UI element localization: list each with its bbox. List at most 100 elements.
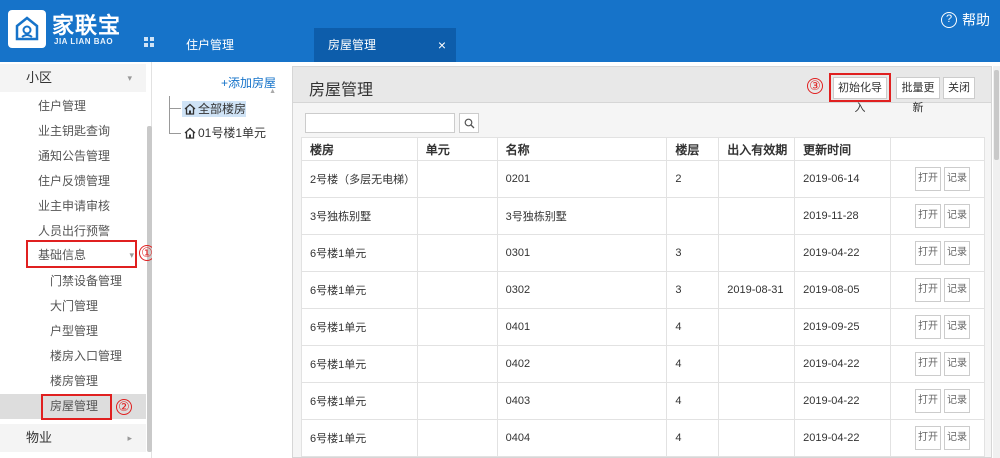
table-cell: 2019-04-22	[794, 419, 892, 457]
sidebar-item-notice-management[interactable]: 通知公告管理	[0, 144, 146, 169]
log-button[interactable]: 记录	[944, 204, 971, 228]
table-cell: 2019-04-22	[794, 382, 892, 420]
house-table: 楼房 单元 名称 楼层 出入有效期 更新时间 2号楼（多层无电梯） 0201 2 2019-06…	[301, 137, 985, 457]
help-button[interactable]: ? 帮助	[941, 10, 990, 30]
add-house-link[interactable]: +添加房屋	[221, 74, 276, 91]
column-header: 单元	[416, 137, 498, 161]
tab-resident-management[interactable]: 住户管理	[172, 28, 302, 62]
table-cell: 4	[666, 382, 720, 420]
table-cell	[718, 160, 796, 198]
table-cell: 2	[666, 160, 720, 198]
table-cell: 2019-06-14	[794, 160, 892, 198]
annotation-box-basic-info	[26, 240, 137, 268]
table-cell: 0201	[496, 160, 668, 198]
help-question-icon: ?	[941, 12, 957, 28]
search-button[interactable]	[459, 113, 479, 133]
table-cell: 4	[666, 308, 720, 346]
search-input[interactable]	[305, 113, 455, 133]
sidebar-group-property[interactable]: 物业 ▸	[0, 424, 146, 452]
table-cell	[416, 419, 498, 457]
sidebar-item-owner-application-review[interactable]: 业主申请审核	[0, 194, 146, 219]
search-icon	[464, 118, 475, 129]
tree-connector	[169, 133, 181, 134]
sidebar-item-feedback-management[interactable]: 住户反馈管理	[0, 169, 146, 194]
table-row[interactable]: 6号楼1单元 0404 4 2019-04-22 打开 记录	[301, 419, 985, 457]
open-button[interactable]: 打开	[915, 278, 942, 302]
table-cell: 3	[666, 234, 720, 272]
sidebar-item-building-management[interactable]: 楼房管理	[0, 369, 146, 394]
table-actions-cell: 打开 记录	[890, 382, 985, 420]
log-button[interactable]: 记录	[944, 167, 971, 191]
table-cell: 0302	[496, 271, 668, 309]
annotation-box-house-management	[41, 394, 112, 420]
log-button[interactable]: 记录	[944, 315, 971, 339]
batch-update-button[interactable]: 批量更新	[896, 77, 940, 114]
init-import-button[interactable]: 初始化导入	[833, 77, 887, 114]
table-cell: 3号独栋别墅	[301, 197, 418, 235]
table-cell: 0404	[496, 419, 668, 457]
log-button[interactable]: 记录	[944, 389, 971, 413]
table-row[interactable]: 6号楼1单元 0402 4 2019-04-22 打开 记录	[301, 345, 985, 383]
sidebar-item-label: 人员出行预警	[38, 224, 111, 238]
table-cell	[718, 234, 796, 272]
table-cell: 2019-11-28	[794, 197, 892, 235]
open-button[interactable]: 打开	[915, 315, 942, 339]
table-cell	[718, 382, 796, 420]
table-cell: 4	[666, 419, 720, 457]
home-icon	[184, 103, 196, 115]
table-actions-cell: 打开 记录	[890, 160, 985, 198]
app-subtitle: JIA LIAN BAO	[54, 37, 114, 46]
house-management-panel: 房屋管理 ③ 初始化导入 批量更新 关闭 楼房 单元 名称 楼层 出入有效期 更新时间 2…	[292, 66, 992, 458]
open-button[interactable]: 打开	[915, 241, 942, 265]
scrollbar-thumb[interactable]	[994, 70, 999, 160]
table-row[interactable]: 6号楼1单元 0302 3 2019-08-31 2019-08-05 打开 记录	[301, 271, 985, 309]
table-row[interactable]: 6号楼1单元 0403 4 2019-04-22 打开 记录	[301, 382, 985, 420]
log-button[interactable]: 记录	[944, 278, 971, 302]
open-button[interactable]: 打开	[915, 167, 942, 191]
tree-node-label: 01号楼1单元	[198, 126, 267, 140]
log-button[interactable]: 记录	[944, 426, 971, 450]
tab-close-icon[interactable]: ×	[438, 28, 446, 62]
open-button[interactable]: 打开	[915, 389, 942, 413]
sidebar-item-label: 住户反馈管理	[38, 174, 111, 188]
table-cell: 6号楼1单元	[301, 271, 418, 309]
table-actions-cell: 打开 记录	[890, 271, 985, 309]
log-button[interactable]: 记录	[944, 241, 971, 265]
log-button[interactable]: 记录	[944, 352, 971, 376]
table-cell	[416, 345, 498, 383]
sidebar-item-label: 住户管理	[38, 99, 87, 113]
table-row[interactable]: 3号独栋别墅 3号独栋别墅 2019-11-28 打开 记录	[301, 197, 985, 235]
sidebar-item-access-device[interactable]: 门禁设备管理	[0, 269, 146, 294]
tree-node-building-01-unit-1[interactable]: 01号楼1单元	[182, 125, 266, 141]
open-button[interactable]: 打开	[915, 204, 942, 228]
table-cell: 2号楼（多层无电梯）	[301, 160, 418, 198]
scroll-up-icon[interactable]: ▲	[269, 88, 276, 95]
page-scrollbar[interactable]	[993, 66, 1000, 458]
table-cell: 2019-09-25	[794, 308, 892, 346]
table-cell	[416, 234, 498, 272]
sidebar-item-gate-management[interactable]: 大门管理	[0, 294, 146, 319]
table-row[interactable]: 6号楼1单元 0401 4 2019-09-25 打开 记录	[301, 308, 985, 346]
sidebar-item-building-entrance[interactable]: 楼房入口管理	[0, 344, 146, 369]
app-logo[interactable]: 家联宝 JIA LIAN BAO	[8, 6, 138, 52]
help-label: 帮助	[962, 12, 990, 28]
app-name: 家联宝	[52, 14, 122, 39]
sidebar-item-unit-type[interactable]: 户型管理	[0, 319, 146, 344]
table-row[interactable]: 6号楼1单元 0301 3 2019-04-22 打开 记录	[301, 234, 985, 272]
table-row[interactable]: 2号楼（多层无电梯） 0201 2 2019-06-14 打开 记录	[301, 160, 985, 198]
open-button[interactable]: 打开	[915, 352, 942, 376]
table-cell: 0402	[496, 345, 668, 383]
sidebar-group-community[interactable]: 小区 ▾	[0, 64, 146, 92]
table-cell: 6号楼1单元	[301, 419, 418, 457]
tree-node-all-buildings[interactable]: 全部楼房	[182, 101, 247, 117]
table-cell: 4	[666, 345, 720, 383]
menu-grid-icon[interactable]	[144, 37, 154, 47]
tab-house-management[interactable]: 房屋管理 ×	[314, 28, 456, 62]
table-cell: 2019-08-31	[718, 271, 796, 309]
close-button[interactable]: 关闭	[943, 77, 975, 99]
column-header: 更新时间	[794, 137, 892, 161]
sidebar-group-label: 小区	[26, 70, 53, 85]
open-button[interactable]: 打开	[915, 426, 942, 450]
sidebar-item-owner-key-query[interactable]: 业主钥匙查询	[0, 119, 146, 144]
sidebar-item-resident-management[interactable]: 住户管理	[0, 94, 146, 119]
